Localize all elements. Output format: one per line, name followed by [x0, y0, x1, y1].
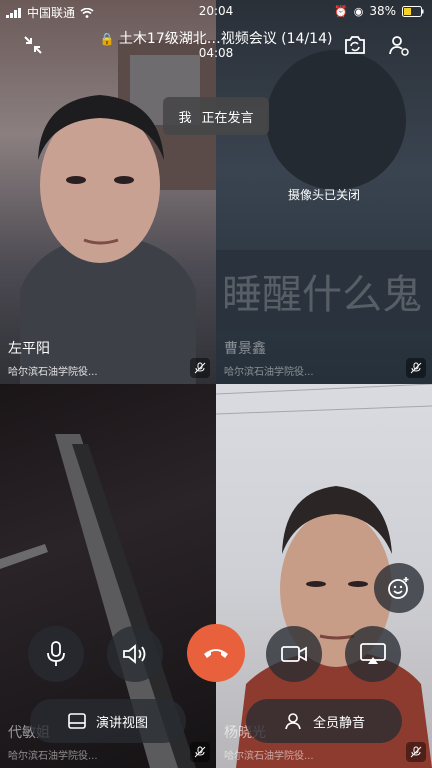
mute-all-button[interactable]: 全员静音	[246, 699, 402, 743]
camera-button[interactable]	[266, 626, 322, 682]
mic-muted-icon	[190, 742, 210, 762]
camera-off-label: 摄像头已关闭	[287, 188, 360, 202]
meeting-title: 🔒 土木17级湖北…视频会议 (14/14)	[70, 28, 362, 48]
participant-name: 曹景鑫	[224, 341, 266, 357]
participant-org: 哈尔滨石油学院役...	[224, 751, 314, 762]
mic-muted-icon	[406, 742, 426, 762]
meeting-title-text: 土木17级湖北…视频会议 (14/14)	[118, 31, 333, 47]
mute-all-label: 全员静音	[312, 715, 365, 731]
participants-icon[interactable]	[386, 32, 412, 58]
speaker-name: 我	[178, 110, 192, 126]
microphone-icon	[47, 641, 65, 666]
mic-muted-icon	[406, 358, 426, 378]
screen-share-icon	[360, 643, 386, 664]
emoji-icon	[388, 577, 409, 599]
lock-icon: 🔒	[99, 32, 115, 46]
phone-hangup-icon	[204, 649, 228, 658]
speaker-icon	[123, 644, 146, 664]
participant-org: 哈尔滨石油学院役...	[8, 367, 98, 378]
background-text: 睡醒什么鬼	[222, 272, 422, 318]
reaction-button[interactable]	[374, 563, 424, 613]
participant-org: 哈尔滨石油学院役...	[224, 367, 314, 378]
participant-name: 左平阳	[8, 341, 50, 357]
battery-percent: 38%	[369, 4, 396, 18]
layout-icon	[68, 713, 86, 729]
rotation-lock-icon: ◉	[353, 4, 364, 18]
switch-camera-icon[interactable]	[342, 32, 368, 58]
mic-button[interactable]	[28, 626, 84, 682]
speaker-button[interactable]	[107, 626, 163, 682]
speaking-text: 正在发言	[201, 110, 254, 126]
hangup-button[interactable]	[187, 624, 245, 682]
presentation-view-button[interactable]: 演讲视图	[30, 699, 186, 743]
participant-org: 哈尔滨石油学院役...	[8, 751, 98, 762]
status-bar: 中国联通 20:04 ⏰ ◉ 38%	[0, 0, 432, 22]
screen-share-button[interactable]	[345, 626, 401, 682]
video-camera-icon	[281, 646, 307, 662]
presentation-view-label: 演讲视图	[95, 715, 148, 731]
mute-all-icon	[285, 713, 301, 730]
battery-icon	[402, 5, 424, 17]
alarm-icon: ⏰	[334, 4, 348, 18]
mic-muted-icon	[190, 358, 210, 378]
speaking-indicator: 我 正在发言	[163, 97, 269, 135]
